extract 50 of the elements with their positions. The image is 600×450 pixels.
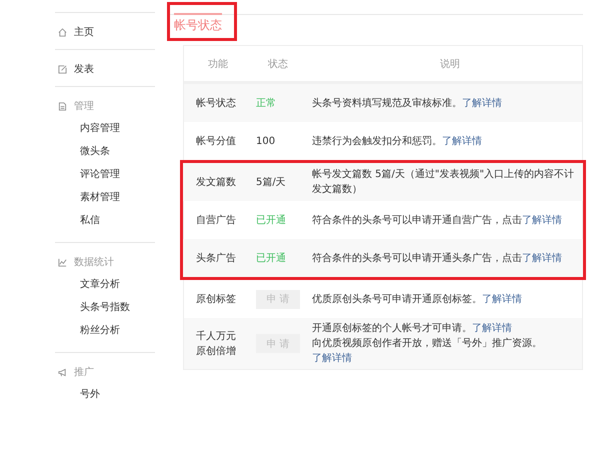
details-link[interactable]: 了解详情 — [462, 98, 502, 108]
table-cell-text: 自营广告 — [196, 214, 237, 228]
table-cell-text: 千人万元 — [196, 330, 237, 344]
status-text: 5篇/天 — [256, 177, 286, 188]
sidebar-item[interactable]: 内容管理 — [55, 117, 155, 140]
table-cell-text: 原创倍增 — [196, 344, 237, 358]
description-text: 开通原创标签的个人帐号才可申请。了解详情 — [312, 322, 513, 336]
description-text: 优质原创头条号可申请开通原创标签。了解详情 — [312, 292, 523, 306]
document-icon — [58, 102, 67, 110]
details-link[interactable]: 了解详情 — [522, 252, 562, 264]
column-header: 功能 — [208, 58, 228, 70]
column-header: 说明 — [440, 58, 460, 70]
sidebar-item: 数据统计 — [74, 256, 114, 269]
description-text: 符合条件的头条号可以申请开通自营广告，点击了解详情 — [312, 214, 563, 228]
table-cell-text: 头条广告 — [196, 252, 237, 266]
table-cell-text: 发文篇数 — [196, 176, 237, 190]
table-cell-text: 帐号分值 — [196, 134, 237, 148]
sidebar-item[interactable]: 号外 — [55, 383, 155, 406]
sidebar-item[interactable]: 素材管理 — [55, 186, 155, 209]
description-text: 向优质视频原创作者开放，赠送「号外」推广资源。 了解详情 — [312, 336, 543, 366]
description-text: 违禁行为会触发扣分和惩罚。了解详情 — [312, 134, 483, 148]
details-link[interactable]: 了解详情 — [482, 294, 522, 304]
home-icon — [58, 28, 67, 36]
chart-icon — [58, 258, 67, 266]
sidebar-item[interactable]: 主页 — [74, 25, 94, 39]
megaphone-icon — [58, 368, 67, 376]
details-link[interactable]: 了解详情 — [442, 136, 482, 146]
sidebar-item[interactable]: 发表 — [74, 62, 94, 76]
sidebar-item[interactable]: 文章分析 — [55, 273, 155, 296]
edit-icon — [58, 64, 67, 74]
status-text: 100 — [256, 136, 276, 146]
details-link[interactable]: 了解详情 — [522, 214, 562, 226]
status-text: 已开通 — [256, 253, 286, 264]
sidebar-item[interactable]: 微头条 — [55, 140, 155, 163]
description-text: 符合条件的头条号可以申请开通头条广告，点击了解详情 — [312, 252, 563, 266]
column-header: 状态 — [268, 58, 288, 70]
table-cell-text: 原创标签 — [196, 292, 237, 306]
status-text: 已开通 — [256, 215, 286, 226]
details-link[interactable]: 了解详情 — [312, 353, 352, 364]
sidebar-item: 管理 — [74, 100, 94, 113]
status-text: 正常 — [256, 98, 276, 109]
sidebar-item: 推广 — [74, 366, 94, 379]
description-text: 帐号发文篇数 5篇/天（通过"发表视频"入口上传的内容不计发文篇数） — [312, 168, 576, 197]
table-cell-text: 帐号状态 — [196, 96, 237, 110]
sidebar-item[interactable]: 粉丝分析 — [55, 319, 155, 342]
sidebar-item[interactable]: 头条号指数 — [55, 296, 155, 319]
sidebar-item[interactable]: 评论管理 — [55, 163, 155, 186]
sidebar-item[interactable]: 私信 — [55, 209, 155, 232]
description-text: 头条号资料填写规范及审核标准。了解详情 — [312, 96, 503, 110]
details-link[interactable]: 了解详情 — [472, 323, 512, 334]
